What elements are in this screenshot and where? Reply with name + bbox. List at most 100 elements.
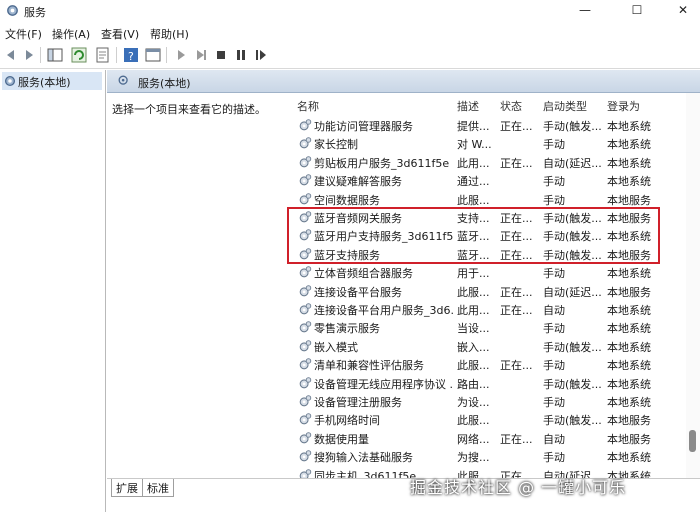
table-row[interactable]: 清单和兼容性评估服务 此服... 正在... 手动 本地系统 [297,355,687,373]
title-bar: 服务 — ☐ ✕ [0,0,700,22]
service-status: 正在... [500,304,533,317]
column-header-status[interactable]: 状态 [500,98,522,114]
service-status: 正在... [500,120,533,133]
service-name: 连接设备平台服务 [314,285,402,299]
service-login-as: 本地系统 [607,175,651,189]
start-service-icon[interactable] [172,46,190,64]
table-row[interactable]: 家长控制 对 W... 手动 本地系统 [297,134,687,152]
table-row[interactable]: 嵌入模式 嵌入... 手动(触发... 本地系统 [297,337,687,355]
service-gear-icon [299,413,312,425]
menu-file[interactable]: 文件(F) [5,26,42,42]
service-description: 嵌入... [457,340,490,354]
menu-bar: 文件(F) 操作(A) 查看(V) 帮助(H) [0,22,700,41]
column-header-name[interactable]: 名称 [297,98,319,114]
service-startup-type: 自动(延迟... [543,156,601,170]
service-status: 正在... [500,156,533,170]
tab-standard[interactable]: 标准 [142,479,174,497]
service-startup-type: 手动 [543,359,565,373]
forward-arrow-icon[interactable] [20,46,38,64]
service-description: 此服... [457,285,490,299]
service-name: 空间数据服务 [314,193,380,207]
service-login-as: 本地系统 [607,359,651,373]
service-startup-type: 手动 [543,396,565,409]
panel-header: 服务(本地) [107,70,700,93]
service-login-as: 本地系统 [607,322,651,336]
table-row[interactable]: 搜狗输入法基础服务 为搜... 手动 本地系统 [297,447,687,465]
stop-service-icon[interactable] [212,46,230,64]
service-name: 连接设备平台用户服务_3d6... [314,304,454,317]
back-arrow-icon[interactable] [2,46,20,64]
service-startup-type: 手动(触发... [543,340,601,354]
table-row[interactable]: 零售演示服务 当设... 手动 本地系统 [297,318,687,336]
maximize-button[interactable]: ☐ [614,0,660,22]
service-login-as: 本地服务 [607,285,651,299]
service-startup-type: 自动(延迟... [543,285,601,299]
table-row[interactable]: 设备管理无线应用程序协议 ... 路由... 手动(触发... 本地系统 [297,374,687,392]
minimize-button[interactable]: — [562,0,608,22]
service-description: 用于... [457,267,490,281]
menu-help[interactable]: 帮助(H) [150,26,189,42]
table-row[interactable]: 设备管理注册服务 为设... 手动 本地系统 [297,392,687,410]
service-name: 设备管理无线应用程序协议 ... [314,377,454,391]
tree-item-label: 服务(本地) [18,76,71,89]
table-row[interactable]: 数据使用量 网络... 正在... 自动 本地服务 [297,429,687,447]
column-header-login[interactable]: 登录为 [607,98,640,114]
table-row[interactable]: 连接设备平台服务 此服... 正在... 自动(延迟... 本地服务 [297,282,687,300]
column-header-description[interactable]: 描述 [457,98,479,114]
pause-service-icon[interactable] [232,46,250,64]
service-description: 通过... [457,175,490,189]
export-list-icon[interactable] [94,46,112,64]
table-row[interactable]: 手机网络时间 此服... 手动(触发... 本地服务 [297,410,687,428]
menu-action[interactable]: 操作(A) [52,26,90,42]
table-row[interactable]: 空间数据服务 此服... 手动 本地服务 [297,190,687,208]
panel-header-label: 服务(本地) [138,77,191,90]
show-hide-tree-icon[interactable] [46,46,64,64]
table-row[interactable]: 建议疑难解答服务 通过... 手动 本地系统 [297,171,687,189]
refresh-icon[interactable] [70,46,88,64]
service-login-as: 本地系统 [607,138,651,152]
service-login-as: 本地服务 [607,414,651,428]
window-title: 服务 [24,6,46,19]
service-login-as: 本地系统 [607,156,651,170]
service-description: 对 W... [457,138,492,152]
services-list: 功能访问管理器服务 提供... 正在... 手动(触发... 本地系统 家长控制对 W..… [297,116,687,486]
service-description: 网络... [457,432,490,446]
table-row[interactable]: 连接设备平台用户服务_3d6... 此用... 正在... 自动 本地系统 [297,300,687,318]
service-name: 嵌入模式 [314,340,358,354]
service-startup-type: 手动 [543,451,565,465]
table-row[interactable]: 立体音频组合器服务 用于... 手动 本地系统 [297,263,687,281]
service-login-as: 本地系统 [607,267,651,281]
column-header-startup[interactable]: 启动类型 [543,98,587,114]
service-status: 正在... [500,432,533,446]
service-description: 为搜... [457,451,490,465]
service-login-as: 本地系统 [607,396,651,409]
service-startup-type: 手动 [543,138,565,152]
service-description: 此用... [457,156,490,170]
service-gear-icon [299,321,312,333]
close-button[interactable]: ✕ [660,0,700,22]
search-icon [118,75,128,85]
help-icon[interactable]: ? [122,46,140,64]
service-description: 为设... [457,396,490,409]
service-login-as: 本地系统 [607,377,651,391]
services-gear-icon [4,75,16,87]
restart-service-icon[interactable] [252,46,270,64]
service-login-as: 本地服务 [607,193,651,207]
start-service-2-icon[interactable] [192,46,210,64]
properties-icon[interactable] [144,46,162,64]
service-startup-type: 手动 [543,267,565,281]
service-gear-icon [299,432,312,444]
scrollbar-thumb[interactable] [689,430,696,452]
vertical-scrollbar[interactable] [686,93,700,480]
tree-item-services-local[interactable]: 服务(本地) [2,72,102,90]
table-row[interactable]: 功能访问管理器服务 提供... 正在... 手动(触发... 本地系统 [297,116,687,134]
service-gear-icon [299,266,312,278]
table-row[interactable]: 剪贴板用户服务_3d611f5e 此用... 正在... 自动(延迟... 本地系统 [297,153,687,171]
service-login-as: 本地服务 [607,432,651,446]
menu-view[interactable]: 查看(V) [101,26,139,42]
tab-extended[interactable]: 扩展 [111,479,143,497]
service-startup-type: 手动 [543,322,565,336]
watermark: 掘金技术社区 @ 一罐小可乐 [410,478,627,497]
service-gear-icon [299,395,312,407]
service-name: 清单和兼容性评估服务 [314,359,424,373]
